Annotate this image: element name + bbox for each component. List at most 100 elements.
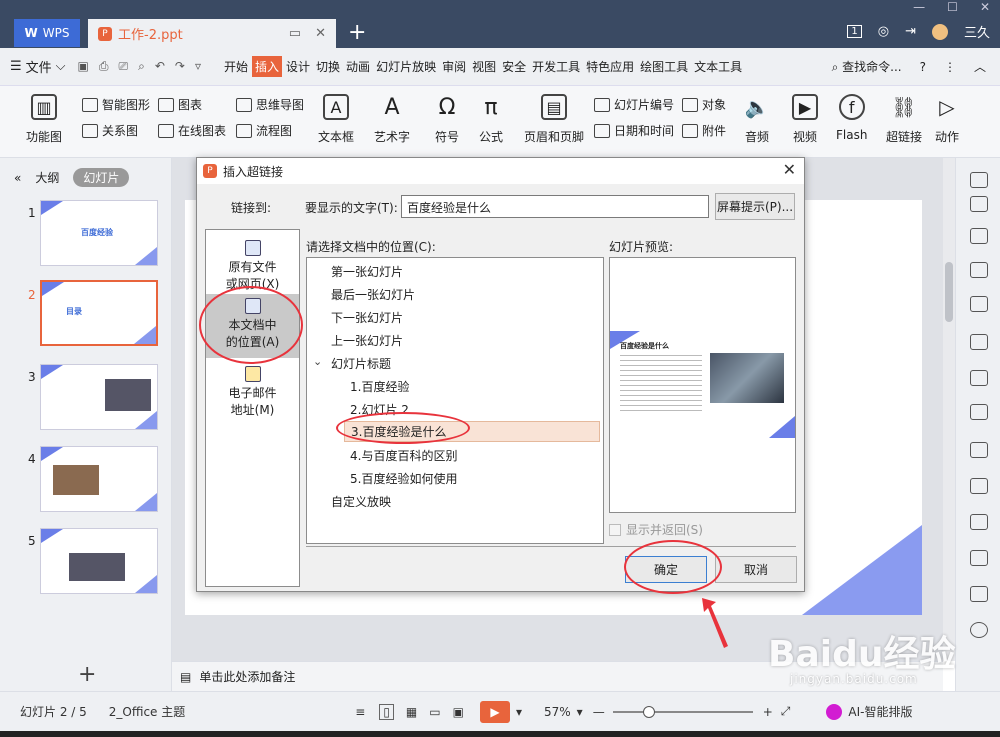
maximize-icon[interactable]: ☐ (947, 0, 958, 14)
slide-thumbnail-2[interactable]: 目录 (40, 280, 158, 346)
minimize-icon[interactable]: — (913, 0, 925, 14)
vertical-scrollbar[interactable] (943, 158, 955, 661)
menu-drawing-tools[interactable]: 绘图工具 (638, 58, 690, 75)
ai-layout-button[interactable]: AI-智能排版 (848, 703, 912, 720)
chart-button[interactable]: 图表 (158, 96, 202, 113)
pin-icon[interactable] (970, 196, 988, 212)
object-button[interactable]: 对象 (682, 96, 726, 113)
menu-developer[interactable]: 开发工具 (530, 58, 582, 75)
tab-outline[interactable]: 大纲 (35, 169, 59, 186)
more-icon[interactable]: ⋮ (944, 60, 956, 74)
tree-item-last-slide[interactable]: 最后一张幻灯片 (331, 286, 415, 303)
slide-number-button[interactable]: 幻灯片编号 (594, 96, 674, 113)
tree-item-slide-titles[interactable]: 幻灯片标题 (331, 355, 391, 372)
exit-icon[interactable]: ⇥ (905, 24, 916, 39)
tree-item-slide-1[interactable]: 1.百度经验 (350, 378, 409, 395)
menu-slideshow[interactable]: 幻灯片放映 (374, 58, 438, 75)
smart-shape-button[interactable]: 智能图形 (82, 96, 150, 113)
flash-button[interactable]: f Flash (836, 94, 867, 142)
screen-tip-button[interactable]: 屏幕提示(P)... (715, 193, 795, 220)
play-dropdown-icon[interactable]: ▾ (516, 705, 522, 719)
skin-icon[interactable]: ◎ (878, 24, 889, 39)
document-tab[interactable]: P 工作-2.ppt ▭ ✕ (88, 19, 336, 48)
share-icon[interactable] (970, 442, 988, 458)
export-pdf-icon[interactable]: ⎙ (99, 59, 109, 74)
shield-icon[interactable] (970, 550, 988, 566)
tree-item-next-slide[interactable]: 下一张幻灯片 (331, 309, 403, 326)
file-menu[interactable]: ☰ 文件 ⌵ (10, 57, 66, 76)
fit-icon[interactable]: ⤢ (781, 704, 791, 719)
menu-transition[interactable]: 切换 (314, 58, 342, 75)
link-email[interactable]: 电子邮件 地址(M) (206, 364, 299, 422)
tree-item-slide-5[interactable]: 5.百度经验如何使用 (350, 470, 457, 487)
show-return-checkbox[interactable]: 显示并返回(S) (609, 521, 703, 538)
slideshow-play-button[interactable]: ▶ (479, 700, 510, 723)
copy-icon[interactable] (970, 228, 988, 244)
slide-thumbnail-4[interactable] (40, 446, 158, 512)
relation-chart-button[interactable]: 关系图 (82, 122, 138, 139)
close-icon[interactable]: ✕ (783, 160, 796, 179)
zoom-level[interactable]: 57% (544, 705, 571, 719)
theme-name[interactable]: 2_Office 主题 (109, 703, 185, 720)
textbox-button[interactable]: A 文本框 (318, 94, 354, 145)
add-slide-button[interactable]: + (78, 662, 96, 687)
sorter-view-icon[interactable]: ▦ (406, 705, 417, 719)
zoom-in-icon[interactable]: + (763, 705, 773, 719)
slide-thumbnail-1[interactable]: 百度经验 (40, 200, 158, 266)
attachment-button[interactable]: 附件 (682, 122, 726, 139)
help-icon[interactable]: ? (920, 60, 926, 74)
new-tab-button[interactable]: + (348, 20, 366, 45)
collapse-pane-icon[interactable]: « (14, 171, 21, 185)
collapse-icon[interactable] (970, 172, 988, 188)
menu-view[interactable]: 视图 (470, 58, 498, 75)
help-circle-icon[interactable] (970, 622, 988, 638)
search-command[interactable]: ⌕ 查找命令... (832, 58, 902, 75)
close-tab-icon[interactable]: ✕ (315, 26, 326, 41)
symbol-button[interactable]: Ω 符号 (434, 94, 460, 145)
header-footer-button[interactable]: ▤ 页眉和页脚 (524, 94, 584, 145)
close-window-icon[interactable]: ✕ (980, 0, 990, 14)
menu-insert[interactable]: 插入 (252, 56, 283, 77)
cancel-button[interactable]: 取消 (715, 556, 797, 583)
video-button[interactable]: ▶ 视频 (792, 94, 818, 145)
chevron-down-icon[interactable]: ⌄ (313, 355, 322, 368)
monitor-icon[interactable]: ▭ (289, 26, 301, 41)
menu-text-tools[interactable]: 文本工具 (692, 58, 744, 75)
date-time-button[interactable]: 日期和时间 (594, 122, 674, 139)
hyperlink-button[interactable]: ⛓ 超链接 (886, 94, 922, 145)
function-chart-button[interactable]: ▥ 功能图 (26, 94, 62, 145)
menu-security[interactable]: 安全 (500, 58, 528, 75)
presenter-icon[interactable]: ▣ (453, 705, 464, 719)
tree-item-custom-show[interactable]: 自定义放映 (331, 493, 391, 510)
normal-view-icon[interactable]: ▯ (379, 703, 394, 720)
audio-button[interactable]: 🔈 音频 (744, 94, 770, 145)
tree-item-slide-4[interactable]: 4.与百度百科的区别 (350, 447, 457, 464)
mindmap-button[interactable]: 思维导图 (236, 96, 304, 113)
zoom-slider[interactable] (612, 705, 753, 718)
action-button[interactable]: ▷ 动作 (934, 94, 960, 145)
zoom-out-icon[interactable]: — (593, 705, 605, 719)
star-icon[interactable] (970, 370, 988, 386)
redo-icon[interactable]: ↷ (175, 59, 185, 74)
image-icon[interactable] (970, 334, 988, 350)
collapse-ribbon-icon[interactable]: ︿ (974, 58, 986, 75)
undo-icon[interactable]: ↶ (155, 59, 165, 74)
sound-icon[interactable] (970, 514, 988, 530)
menu-home[interactable]: 开始 (222, 58, 250, 75)
archive-icon[interactable] (970, 404, 988, 420)
user-name[interactable]: 三久 (964, 22, 990, 41)
customize-icon[interactable]: ▿ (195, 59, 201, 74)
menu-animation[interactable]: 动画 (344, 58, 372, 75)
reading-view-icon[interactable]: ▭ (429, 705, 440, 719)
tree-item-prev-slide[interactable]: 上一张幻灯片 (331, 332, 403, 349)
tab-slides[interactable]: 幻灯片 (73, 168, 130, 187)
slide-thumbnail-5[interactable] (40, 528, 158, 594)
menu-review[interactable]: 审阅 (440, 58, 468, 75)
shape-icon[interactable] (970, 262, 988, 278)
wps-home-tab[interactable]: W WPS (14, 19, 80, 47)
slide-thumbnail-3[interactable] (40, 364, 158, 430)
menu-features[interactable]: 特色应用 (584, 58, 636, 75)
menu-design[interactable]: 设计 (284, 58, 312, 75)
tree-item-first-slide[interactable]: 第一张幻灯片 (331, 263, 403, 280)
history-icon[interactable] (970, 586, 988, 602)
